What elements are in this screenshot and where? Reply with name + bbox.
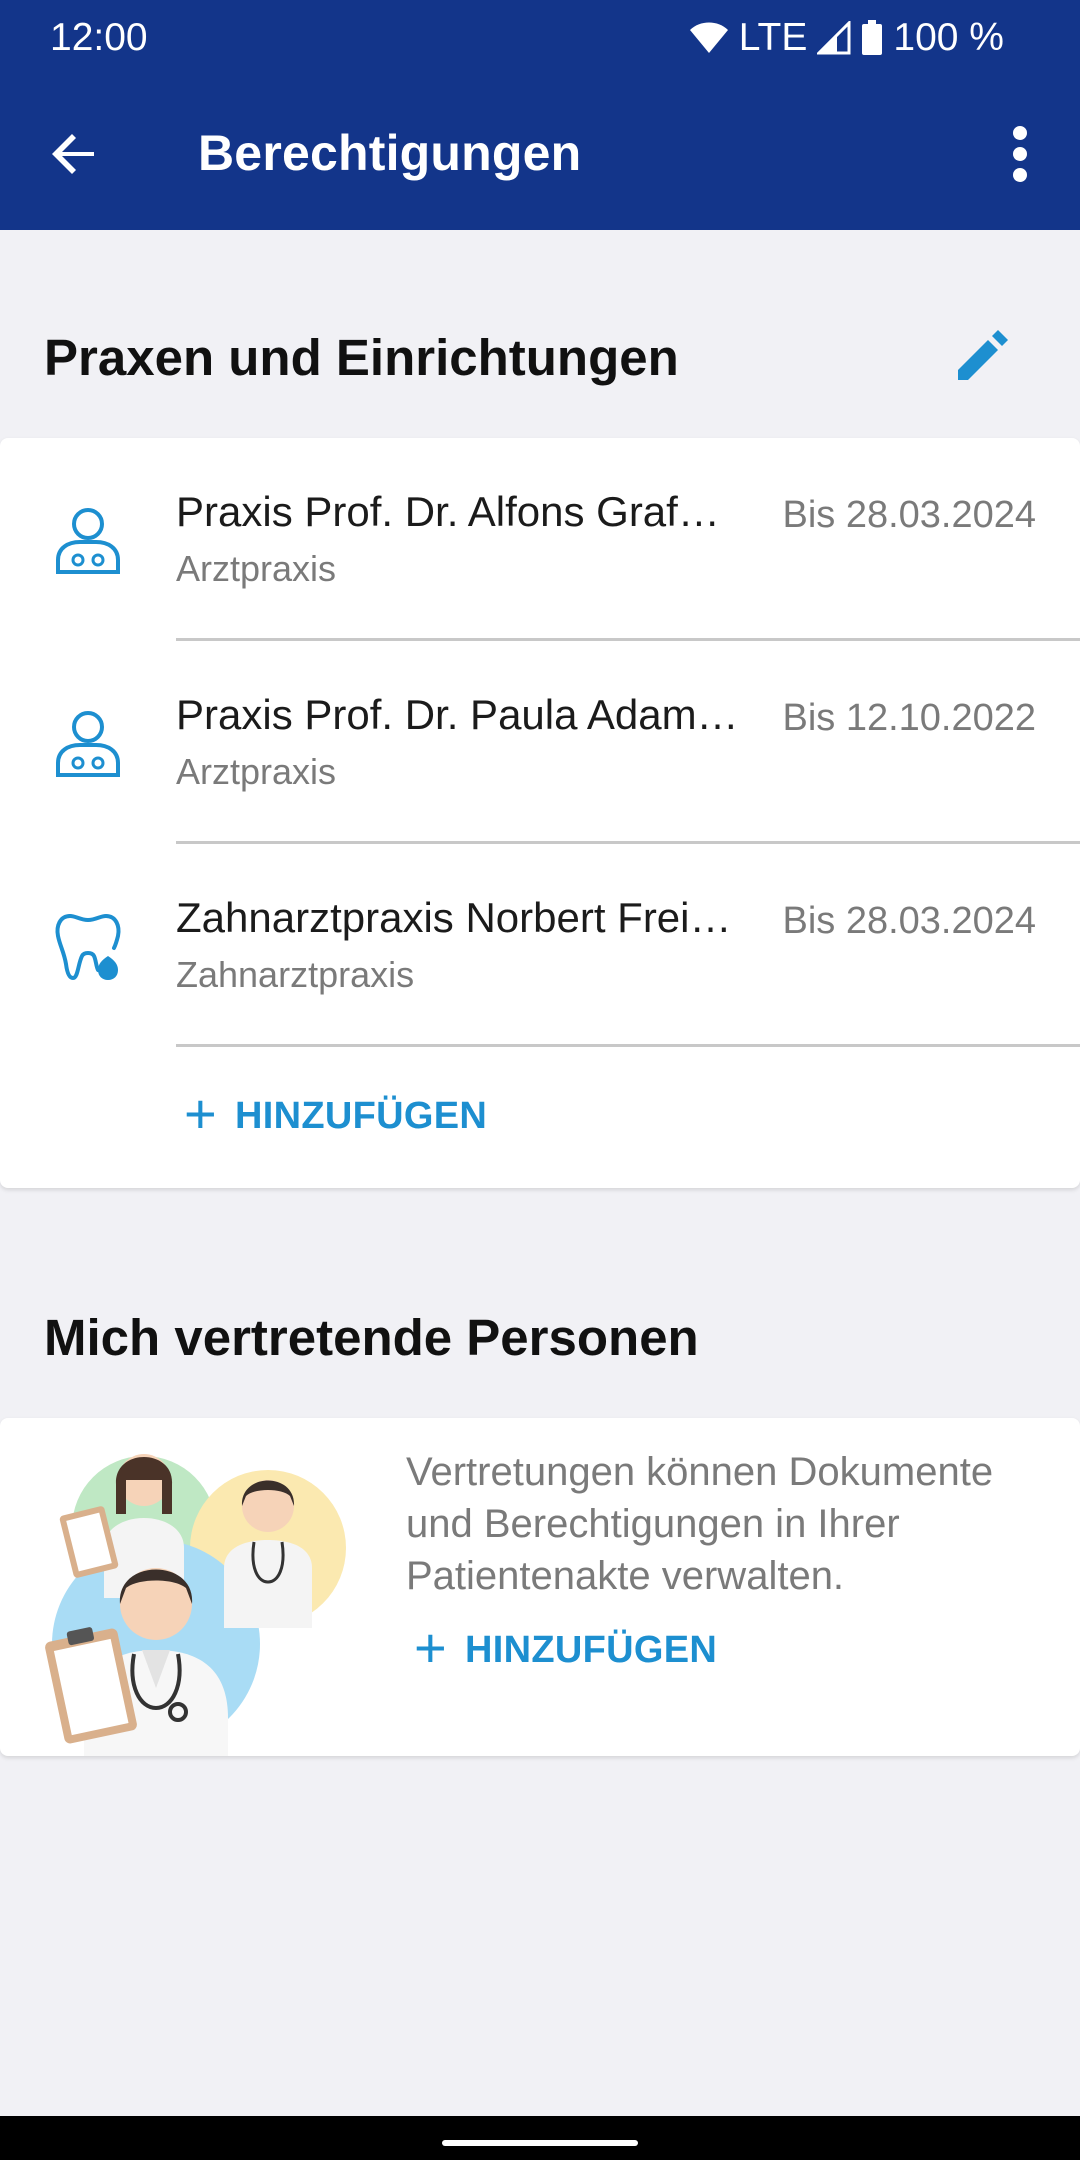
- edit-button[interactable]: [946, 320, 1018, 392]
- representatives-card: Vertretungen können Dokumente und Berech…: [0, 1418, 1080, 1756]
- doctor-icon: [56, 711, 120, 777]
- practice-valid-until: Bis 12.10.2022: [782, 697, 1036, 739]
- wifi-icon: [689, 22, 728, 53]
- add-practice-label: HINZUFÜGEN: [235, 1094, 488, 1137]
- practice-type: Arztpraxis: [176, 751, 337, 792]
- more-vert-icon: [1013, 126, 1027, 182]
- plus-icon: +: [414, 1616, 448, 1679]
- practice-type: Arztpraxis: [176, 548, 337, 589]
- practice-name: Praxis Prof. Dr. Alfons Graf…: [176, 488, 720, 535]
- battery-icon: [862, 20, 883, 55]
- representatives-description: Vertretungen können Dokumente und Berech…: [406, 1450, 994, 1598]
- doctor-icon: [56, 508, 120, 574]
- practice-row[interactable]: Praxis Prof. Dr. Paula Adam… Arztpraxis …: [0, 641, 1080, 844]
- status-indicators: LTE 100 %: [689, 16, 1004, 60]
- add-representative-label: HINZUFÜGEN: [465, 1628, 718, 1671]
- section-title-practices: Praxen und Einrichtungen: [44, 329, 679, 386]
- practice-name: Zahnarztpraxis Norbert Frei…: [176, 894, 732, 941]
- battery-percent: 100 %: [893, 16, 1004, 59]
- practice-valid-until: Bis 28.03.2024: [782, 900, 1036, 942]
- practices-card: Praxis Prof. Dr. Alfons Graf… Arztpraxis…: [0, 438, 1080, 1188]
- arrow-back-icon: [52, 134, 94, 174]
- status-bar: 12:00 LTE 100 %: [0, 0, 1080, 76]
- page-title: Berechtigungen: [198, 125, 582, 181]
- app-bar: Berechtigungen: [0, 76, 1080, 230]
- practice-valid-until: Bis 28.03.2024: [782, 494, 1036, 536]
- home-gesture-handle[interactable]: [442, 2140, 638, 2146]
- back-button[interactable]: [36, 116, 112, 192]
- status-time: 12:00: [50, 16, 148, 59]
- plus-icon: +: [184, 1082, 218, 1145]
- practice-row[interactable]: Zahnarztpraxis Norbert Frei… Zahnarztpra…: [0, 844, 1080, 1047]
- divider: [176, 1044, 1080, 1047]
- section-title-representatives: Mich vertretende Personen: [44, 1309, 699, 1366]
- network-label: LTE: [738, 16, 808, 59]
- add-practice-button[interactable]: + HINZUFÜGEN: [184, 1086, 488, 1142]
- pencil-icon: [958, 330, 1008, 380]
- practice-row[interactable]: Praxis Prof. Dr. Alfons Graf… Arztpraxis…: [0, 438, 1080, 641]
- tooth-icon: [55, 913, 121, 981]
- signal-icon: [817, 21, 851, 55]
- add-representative-button[interactable]: + HINZUFÜGEN: [414, 1620, 718, 1676]
- more-options-button[interactable]: [982, 116, 1058, 192]
- practice-name: Praxis Prof. Dr. Paula Adam…: [176, 691, 739, 738]
- doctors-illustration: [45, 1454, 346, 1756]
- system-navigation-bar: [0, 2116, 1080, 2160]
- practice-type: Zahnarztpraxis: [176, 954, 415, 995]
